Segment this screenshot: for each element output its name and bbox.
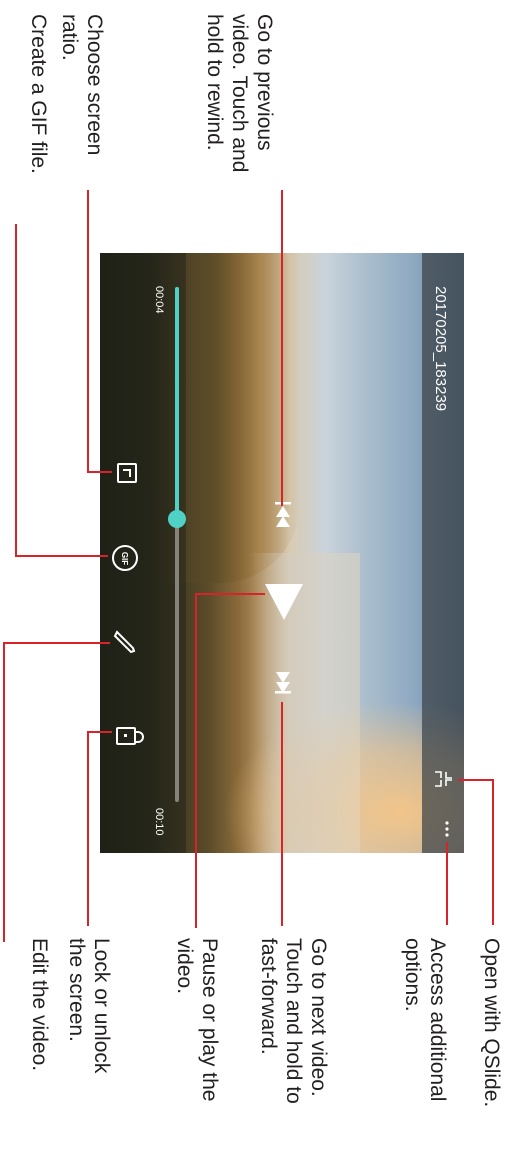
annotation-previous-video: Go to previous video. Touch and hold to … xyxy=(203,14,276,173)
screen-ratio-icon[interactable] xyxy=(117,463,137,483)
time-total: 00:10 xyxy=(153,808,165,836)
callout-line-edit xyxy=(3,642,110,942)
annotation-qslide: Open with QSlide. xyxy=(480,938,503,1108)
annotation-play-pause: Pause or play the video. xyxy=(173,938,221,1102)
annotation-edit: Edit the video. xyxy=(28,938,51,1072)
annotation-gif: Create a GIF file. xyxy=(27,14,50,174)
more-vert-icon[interactable] xyxy=(445,821,449,837)
seek-progress xyxy=(175,287,179,519)
annotation-more-options: Access additional options. xyxy=(401,938,449,1102)
time-elapsed: 00:04 xyxy=(153,286,165,314)
annotation-screen-ratio: Choose screen ratio. xyxy=(58,14,106,156)
lock-icon[interactable] xyxy=(116,727,144,745)
gif-label: GIF xyxy=(120,551,130,565)
video-player[interactable] xyxy=(100,253,464,853)
video-file-name: 20170205_183239 xyxy=(432,286,449,412)
annotation-lock: Lock or unlock the screen. xyxy=(65,938,113,1074)
callout-line-gif xyxy=(15,224,108,557)
video-scene-lake xyxy=(250,553,360,853)
annotation-next-video: Go to next video. Touch and hold to fast… xyxy=(257,938,330,1104)
gif-icon[interactable]: GIF xyxy=(112,545,138,571)
seek-thumb[interactable] xyxy=(168,510,186,528)
